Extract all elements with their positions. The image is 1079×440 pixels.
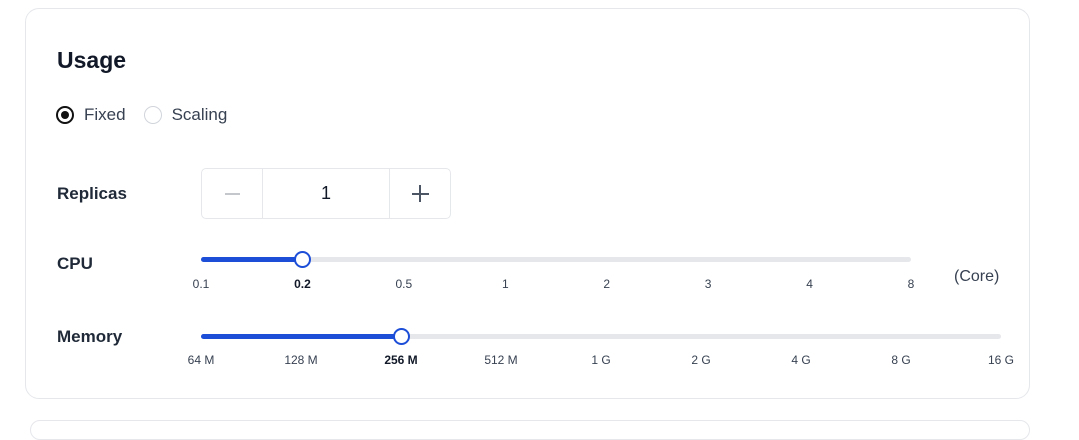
cpu-tick-label[interactable]: 1 bbox=[502, 277, 509, 291]
memory-tick-label[interactable]: 64 M bbox=[188, 353, 215, 367]
memory-tick-label[interactable]: 8 G bbox=[891, 353, 910, 367]
cpu-slider-thumb[interactable] bbox=[293, 251, 311, 268]
cpu-slider-fill bbox=[201, 257, 303, 262]
memory-tick-label[interactable]: 128 M bbox=[284, 353, 317, 367]
usage-title: Usage bbox=[57, 47, 127, 73]
replicas-stepper: 1 bbox=[201, 168, 451, 219]
memory-tick-label[interactable]: 4 G bbox=[791, 353, 810, 367]
memory-slider-fill bbox=[201, 334, 401, 339]
minus-icon bbox=[224, 192, 240, 195]
memory-tick-label[interactable]: 2 G bbox=[691, 353, 710, 367]
replicas-increment-button[interactable] bbox=[389, 169, 450, 218]
radio-scaling-label: Scaling bbox=[171, 105, 228, 124]
radio-option-fixed[interactable]: Fixed bbox=[56, 105, 126, 125]
memory-tick-label[interactable]: 256 M bbox=[384, 353, 417, 367]
cpu-tick-label[interactable]: 0.2 bbox=[294, 277, 311, 291]
cpu-tick-label[interactable]: 4 bbox=[806, 277, 813, 291]
memory-label: Memory bbox=[57, 327, 123, 346]
memory-tick-label[interactable]: 1 G bbox=[591, 353, 610, 367]
cpu-tick-label[interactable]: 2 bbox=[603, 277, 610, 291]
replicas-label: Replicas bbox=[57, 184, 127, 203]
cpu-label: CPU bbox=[57, 254, 93, 273]
replicas-decrement-button[interactable] bbox=[202, 169, 263, 218]
cpu-unit-label: (Core) bbox=[954, 268, 1000, 285]
plus-icon bbox=[411, 185, 429, 202]
radio-scaling-indicator[interactable] bbox=[143, 106, 162, 124]
usage-card: Usage Fixed Scaling Replicas 1 CPU 0.1 0.… bbox=[25, 8, 1030, 399]
radio-option-scaling[interactable]: Scaling bbox=[143, 105, 228, 125]
cpu-tick-label[interactable]: 8 bbox=[908, 277, 915, 291]
replicas-value[interactable]: 1 bbox=[263, 169, 389, 218]
cpu-tick-label[interactable]: 0.5 bbox=[396, 277, 413, 291]
next-card bbox=[30, 420, 1030, 440]
memory-tick-label[interactable]: 16 G bbox=[988, 353, 1014, 367]
cpu-tick-label[interactable]: 3 bbox=[705, 277, 712, 291]
memory-tick-label[interactable]: 512 M bbox=[484, 353, 517, 367]
radio-fixed-label: Fixed bbox=[84, 105, 126, 124]
radio-fixed-indicator[interactable] bbox=[56, 106, 74, 124]
usage-mode-radio-group: Fixed Scaling bbox=[56, 105, 245, 125]
cpu-tick-label[interactable]: 0.1 bbox=[193, 277, 210, 291]
memory-slider-thumb[interactable] bbox=[392, 328, 410, 345]
